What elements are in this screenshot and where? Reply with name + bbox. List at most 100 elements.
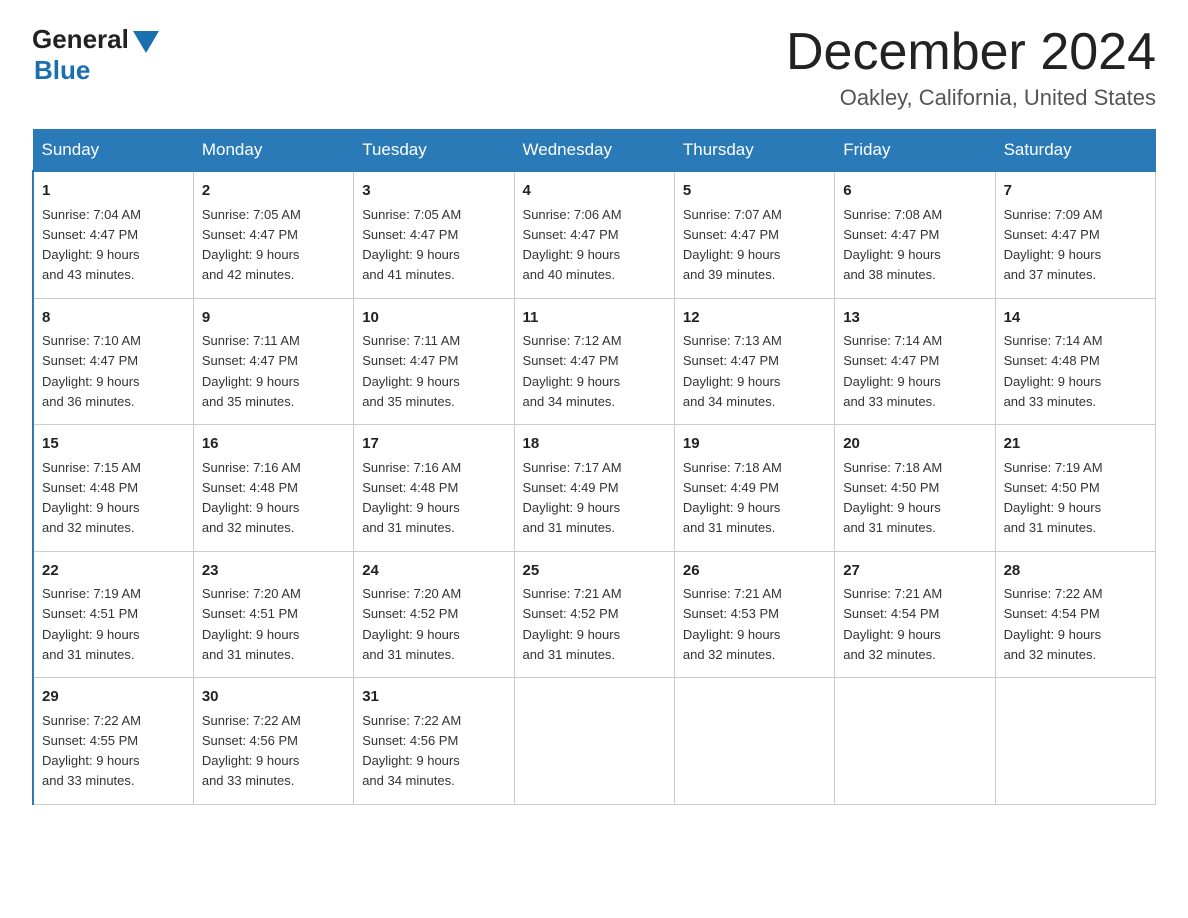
calendar-cell: 19 Sunrise: 7:18 AMSunset: 4:49 PMDaylig… bbox=[674, 425, 834, 552]
calendar-cell: 29 Sunrise: 7:22 AMSunset: 4:55 PMDaylig… bbox=[33, 678, 193, 805]
day-number: 22 bbox=[42, 560, 185, 583]
calendar-week-row: 1 Sunrise: 7:04 AMSunset: 4:47 PMDayligh… bbox=[33, 171, 1156, 298]
day-info: Sunrise: 7:18 AMSunset: 4:50 PMDaylight:… bbox=[843, 460, 942, 536]
day-number: 19 bbox=[683, 433, 826, 456]
calendar-cell: 4 Sunrise: 7:06 AMSunset: 4:47 PMDayligh… bbox=[514, 171, 674, 298]
calendar-cell: 30 Sunrise: 7:22 AMSunset: 4:56 PMDaylig… bbox=[193, 678, 353, 805]
day-info: Sunrise: 7:06 AMSunset: 4:47 PMDaylight:… bbox=[523, 207, 622, 283]
day-info: Sunrise: 7:16 AMSunset: 4:48 PMDaylight:… bbox=[202, 460, 301, 536]
calendar-cell: 11 Sunrise: 7:12 AMSunset: 4:47 PMDaylig… bbox=[514, 298, 674, 425]
calendar-cell bbox=[674, 678, 834, 805]
day-number: 16 bbox=[202, 433, 345, 456]
col-header-thursday: Thursday bbox=[674, 130, 834, 172]
col-header-monday: Monday bbox=[193, 130, 353, 172]
calendar-cell: 3 Sunrise: 7:05 AMSunset: 4:47 PMDayligh… bbox=[354, 171, 514, 298]
calendar-cell: 27 Sunrise: 7:21 AMSunset: 4:54 PMDaylig… bbox=[835, 551, 995, 678]
calendar-cell bbox=[514, 678, 674, 805]
day-number: 18 bbox=[523, 433, 666, 456]
day-number: 21 bbox=[1004, 433, 1147, 456]
calendar-cell: 1 Sunrise: 7:04 AMSunset: 4:47 PMDayligh… bbox=[33, 171, 193, 298]
day-number: 20 bbox=[843, 433, 986, 456]
day-info: Sunrise: 7:04 AMSunset: 4:47 PMDaylight:… bbox=[42, 207, 141, 283]
logo-blue-text: Blue bbox=[34, 55, 90, 86]
day-info: Sunrise: 7:22 AMSunset: 4:56 PMDaylight:… bbox=[202, 713, 301, 789]
calendar-cell: 15 Sunrise: 7:15 AMSunset: 4:48 PMDaylig… bbox=[33, 425, 193, 552]
day-number: 6 bbox=[843, 180, 986, 203]
day-number: 27 bbox=[843, 560, 986, 583]
day-info: Sunrise: 7:11 AMSunset: 4:47 PMDaylight:… bbox=[202, 333, 300, 409]
day-number: 26 bbox=[683, 560, 826, 583]
calendar-subtitle: Oakley, California, United States bbox=[786, 85, 1156, 111]
calendar-week-row: 29 Sunrise: 7:22 AMSunset: 4:55 PMDaylig… bbox=[33, 678, 1156, 805]
day-info: Sunrise: 7:20 AMSunset: 4:52 PMDaylight:… bbox=[362, 586, 461, 662]
calendar-cell: 28 Sunrise: 7:22 AMSunset: 4:54 PMDaylig… bbox=[995, 551, 1155, 678]
day-number: 29 bbox=[42, 686, 185, 709]
day-info: Sunrise: 7:14 AMSunset: 4:47 PMDaylight:… bbox=[843, 333, 942, 409]
day-info: Sunrise: 7:12 AMSunset: 4:47 PMDaylight:… bbox=[523, 333, 622, 409]
day-info: Sunrise: 7:18 AMSunset: 4:49 PMDaylight:… bbox=[683, 460, 782, 536]
day-info: Sunrise: 7:19 AMSunset: 4:51 PMDaylight:… bbox=[42, 586, 141, 662]
day-number: 8 bbox=[42, 307, 185, 330]
calendar-cell: 8 Sunrise: 7:10 AMSunset: 4:47 PMDayligh… bbox=[33, 298, 193, 425]
col-header-tuesday: Tuesday bbox=[354, 130, 514, 172]
calendar-cell: 23 Sunrise: 7:20 AMSunset: 4:51 PMDaylig… bbox=[193, 551, 353, 678]
calendar-cell: 18 Sunrise: 7:17 AMSunset: 4:49 PMDaylig… bbox=[514, 425, 674, 552]
day-info: Sunrise: 7:21 AMSunset: 4:54 PMDaylight:… bbox=[843, 586, 942, 662]
day-number: 25 bbox=[523, 560, 666, 583]
calendar-week-row: 22 Sunrise: 7:19 AMSunset: 4:51 PMDaylig… bbox=[33, 551, 1156, 678]
day-info: Sunrise: 7:14 AMSunset: 4:48 PMDaylight:… bbox=[1004, 333, 1103, 409]
day-info: Sunrise: 7:21 AMSunset: 4:52 PMDaylight:… bbox=[523, 586, 622, 662]
logo-general-text: General bbox=[32, 24, 129, 55]
calendar-cell: 21 Sunrise: 7:19 AMSunset: 4:50 PMDaylig… bbox=[995, 425, 1155, 552]
day-number: 28 bbox=[1004, 560, 1147, 583]
day-info: Sunrise: 7:19 AMSunset: 4:50 PMDaylight:… bbox=[1004, 460, 1103, 536]
calendar-cell: 5 Sunrise: 7:07 AMSunset: 4:47 PMDayligh… bbox=[674, 171, 834, 298]
calendar-cell: 25 Sunrise: 7:21 AMSunset: 4:52 PMDaylig… bbox=[514, 551, 674, 678]
day-number: 17 bbox=[362, 433, 505, 456]
day-info: Sunrise: 7:09 AMSunset: 4:47 PMDaylight:… bbox=[1004, 207, 1103, 283]
calendar-cell: 14 Sunrise: 7:14 AMSunset: 4:48 PMDaylig… bbox=[995, 298, 1155, 425]
day-info: Sunrise: 7:13 AMSunset: 4:47 PMDaylight:… bbox=[683, 333, 782, 409]
col-header-sunday: Sunday bbox=[33, 130, 193, 172]
day-number: 31 bbox=[362, 686, 505, 709]
calendar-body: 1 Sunrise: 7:04 AMSunset: 4:47 PMDayligh… bbox=[33, 171, 1156, 804]
day-number: 7 bbox=[1004, 180, 1147, 203]
calendar-cell: 10 Sunrise: 7:11 AMSunset: 4:47 PMDaylig… bbox=[354, 298, 514, 425]
day-number: 11 bbox=[523, 307, 666, 330]
title-area: December 2024 Oakley, California, United… bbox=[786, 24, 1156, 111]
col-header-wednesday: Wednesday bbox=[514, 130, 674, 172]
day-number: 13 bbox=[843, 307, 986, 330]
calendar-cell: 26 Sunrise: 7:21 AMSunset: 4:53 PMDaylig… bbox=[674, 551, 834, 678]
calendar-cell: 24 Sunrise: 7:20 AMSunset: 4:52 PMDaylig… bbox=[354, 551, 514, 678]
day-info: Sunrise: 7:16 AMSunset: 4:48 PMDaylight:… bbox=[362, 460, 461, 536]
day-number: 2 bbox=[202, 180, 345, 203]
calendar-title: December 2024 bbox=[786, 24, 1156, 81]
col-header-saturday: Saturday bbox=[995, 130, 1155, 172]
calendar-cell: 12 Sunrise: 7:13 AMSunset: 4:47 PMDaylig… bbox=[674, 298, 834, 425]
calendar-cell bbox=[995, 678, 1155, 805]
day-info: Sunrise: 7:22 AMSunset: 4:54 PMDaylight:… bbox=[1004, 586, 1103, 662]
calendar-cell: 31 Sunrise: 7:22 AMSunset: 4:56 PMDaylig… bbox=[354, 678, 514, 805]
day-number: 12 bbox=[683, 307, 826, 330]
day-info: Sunrise: 7:10 AMSunset: 4:47 PMDaylight:… bbox=[42, 333, 141, 409]
calendar-week-row: 8 Sunrise: 7:10 AMSunset: 4:47 PMDayligh… bbox=[33, 298, 1156, 425]
day-info: Sunrise: 7:11 AMSunset: 4:47 PMDaylight:… bbox=[362, 333, 460, 409]
day-number: 3 bbox=[362, 180, 505, 203]
day-info: Sunrise: 7:15 AMSunset: 4:48 PMDaylight:… bbox=[42, 460, 141, 536]
day-info: Sunrise: 7:21 AMSunset: 4:53 PMDaylight:… bbox=[683, 586, 782, 662]
day-number: 14 bbox=[1004, 307, 1147, 330]
day-number: 15 bbox=[42, 433, 185, 456]
calendar-cell bbox=[835, 678, 995, 805]
calendar-table: SundayMondayTuesdayWednesdayThursdayFrid… bbox=[32, 129, 1156, 805]
day-info: Sunrise: 7:17 AMSunset: 4:49 PMDaylight:… bbox=[523, 460, 622, 536]
day-number: 10 bbox=[362, 307, 505, 330]
calendar-cell: 17 Sunrise: 7:16 AMSunset: 4:48 PMDaylig… bbox=[354, 425, 514, 552]
day-info: Sunrise: 7:22 AMSunset: 4:55 PMDaylight:… bbox=[42, 713, 141, 789]
logo: General Blue bbox=[32, 24, 159, 86]
day-info: Sunrise: 7:05 AMSunset: 4:47 PMDaylight:… bbox=[362, 207, 461, 283]
day-number: 30 bbox=[202, 686, 345, 709]
logo-triangle-icon bbox=[133, 31, 159, 53]
calendar-cell: 22 Sunrise: 7:19 AMSunset: 4:51 PMDaylig… bbox=[33, 551, 193, 678]
calendar-cell: 2 Sunrise: 7:05 AMSunset: 4:47 PMDayligh… bbox=[193, 171, 353, 298]
day-info: Sunrise: 7:08 AMSunset: 4:47 PMDaylight:… bbox=[843, 207, 942, 283]
